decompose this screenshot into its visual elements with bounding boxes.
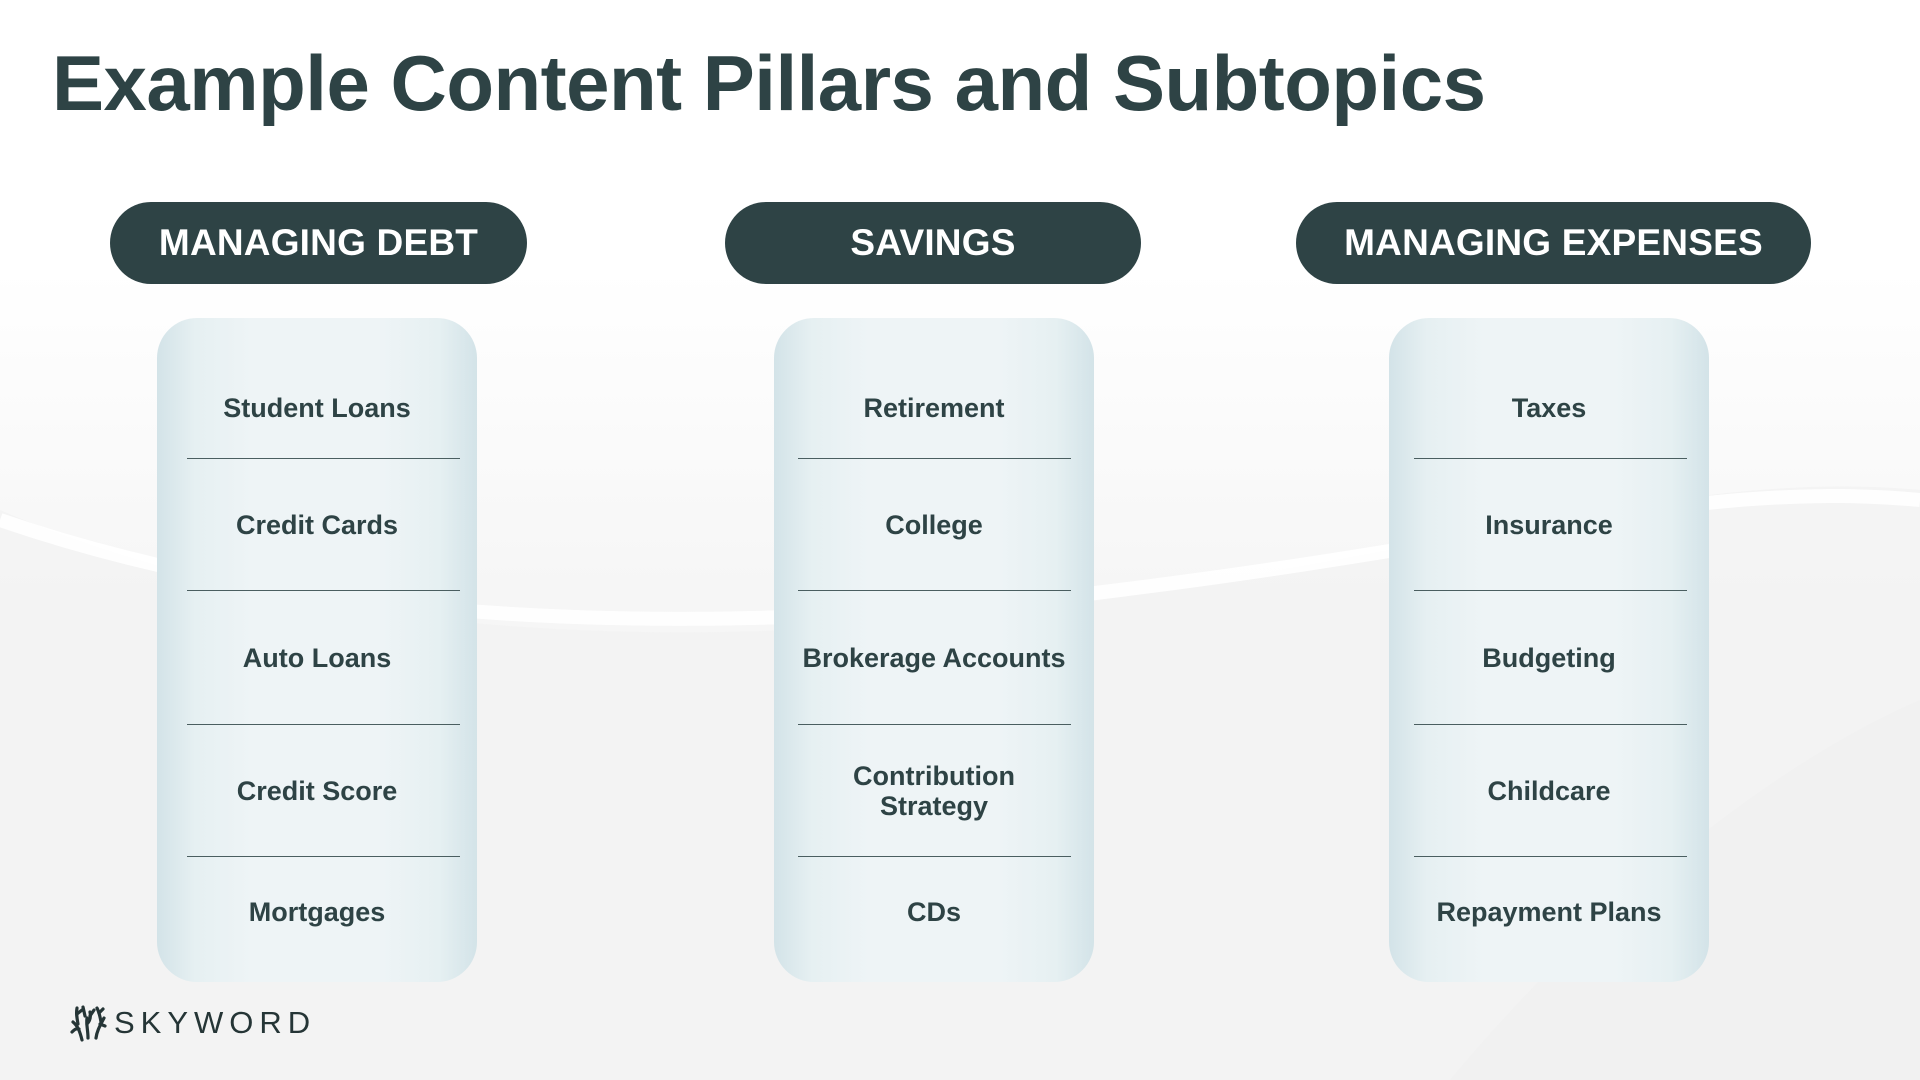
subtopic-item: Budgeting bbox=[1482, 642, 1616, 673]
pillar-header-managing-expenses: MANAGING EXPENSES bbox=[1296, 202, 1811, 284]
page-title: Example Content Pillars and Subtopics bbox=[52, 39, 1486, 127]
subtopic-item: Retirement bbox=[863, 393, 1005, 423]
subtopic-item: Insurance bbox=[1485, 509, 1613, 540]
subtopic-item: Credit Score bbox=[236, 775, 398, 806]
logo-text: SKYWORD bbox=[114, 1005, 317, 1040]
subtopic-item: College bbox=[885, 509, 983, 540]
tree-branches-icon bbox=[70, 1005, 107, 1042]
subtopic-item: Taxes bbox=[1511, 393, 1587, 423]
pillar-card-managing-debt: Student Loans Credit Cards Auto Loans Cr… bbox=[157, 318, 477, 982]
subtopic-item: Mortgages bbox=[248, 897, 386, 927]
pillar-header-savings: SAVINGS bbox=[725, 202, 1141, 284]
pillar-card-managing-expenses: Taxes Insurance Budgeting Childcare Repa… bbox=[1389, 318, 1709, 982]
pillar-card-savings: Retirement College Brokerage Accounts Co… bbox=[774, 318, 1094, 982]
subtopic-item: Credit Cards bbox=[235, 509, 399, 540]
subtopic-item: Student Loans bbox=[223, 393, 411, 423]
subtopic-item: Brokerage Accounts bbox=[802, 642, 1066, 673]
subtopic-item: Auto Loans bbox=[242, 642, 392, 673]
subtopic-item: Repayment Plans bbox=[1436, 897, 1662, 927]
subtopic-item: CDs bbox=[906, 897, 961, 927]
pillar-header-managing-debt: MANAGING DEBT bbox=[110, 202, 527, 284]
subtopic-item: Childcare bbox=[1487, 775, 1611, 806]
subtopic-item: Contribution Strategy bbox=[853, 760, 1015, 821]
skyword-logo: SKYWORD bbox=[70, 1004, 316, 1042]
